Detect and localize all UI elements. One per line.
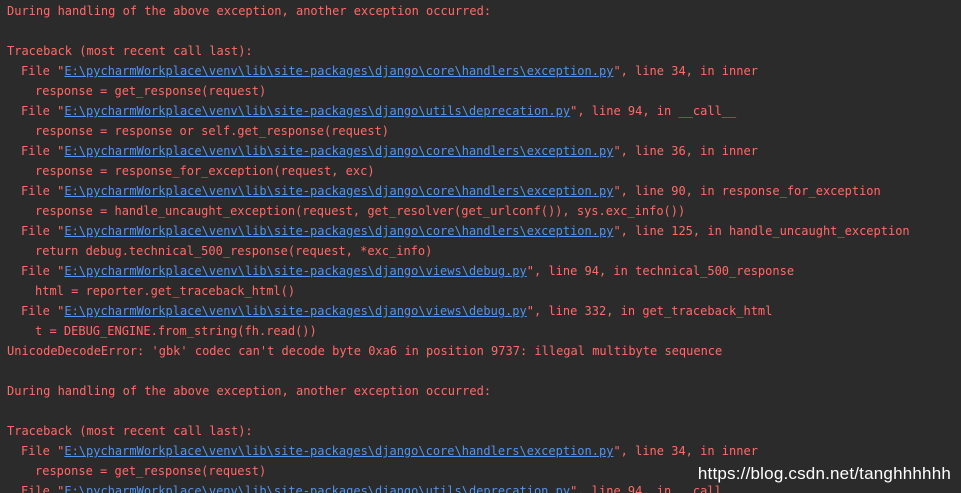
file-path-link[interactable]: E:\pycharmWorkplace\venv\lib\site-packag… <box>64 64 613 78</box>
frame-prefix: File " <box>21 144 65 158</box>
traceback-code-line: response = handle_uncaught_exception(req… <box>35 204 686 218</box>
frame-suffix: ", line 94, in technical_500_response <box>526 264 795 278</box>
frame-suffix: ", line 90, in response_for_exception <box>613 184 881 198</box>
traceback-frame: File "E:\pycharmWorkplace\venv\lib\site-… <box>0 441 961 461</box>
exception-chain-message: During handling of the above exception, … <box>7 4 492 18</box>
frame-suffix: ", line 36, in inner <box>613 144 758 158</box>
traceback-frame: File "E:\pycharmWorkplace\venv\lib\site-… <box>0 221 961 241</box>
frame-prefix: File " <box>21 264 65 278</box>
frame-suffix: ", line 332, in get_traceback_html <box>526 304 773 318</box>
frame-suffix: ", line 34, in inner <box>613 64 758 78</box>
traceback-header: Traceback (most recent call last): <box>7 424 253 438</box>
console-output[interactable]: During handling of the above exception, … <box>0 0 961 493</box>
file-path-link[interactable]: E:\pycharmWorkplace\venv\lib\site-packag… <box>64 104 570 118</box>
exception-chain-message: During handling of the above exception, … <box>7 384 492 398</box>
file-path-link[interactable]: E:\pycharmWorkplace\venv\lib\site-packag… <box>64 224 613 238</box>
file-path-link[interactable]: E:\pycharmWorkplace\venv\lib\site-packag… <box>64 444 613 458</box>
file-path-link[interactable]: E:\pycharmWorkplace\venv\lib\site-packag… <box>64 484 570 493</box>
traceback-frame: File "E:\pycharmWorkplace\venv\lib\site-… <box>0 101 961 121</box>
traceback-code-line: response = response_for_exception(reques… <box>35 164 375 178</box>
frame-suffix: ", line 94, in __call__ <box>570 484 737 493</box>
traceback-code-line: response = response or self.get_response… <box>35 124 390 138</box>
file-path-link[interactable]: E:\pycharmWorkplace\venv\lib\site-packag… <box>64 304 526 318</box>
frame-prefix: File " <box>21 444 65 458</box>
traceback-code-line: html = reporter.get_traceback_html() <box>35 284 296 298</box>
traceback-code-line: return debug.technical_500_response(requ… <box>35 244 433 258</box>
frame-prefix: File " <box>21 64 65 78</box>
frame-suffix: ", line 94, in __call__ <box>570 104 737 118</box>
traceback-header: Traceback (most recent call last): <box>7 44 253 58</box>
frame-suffix: ", line 125, in handle_uncaught_exceptio… <box>613 224 910 238</box>
traceback-frame: File "E:\pycharmWorkplace\venv\lib\site-… <box>0 141 961 161</box>
traceback-frame: File "E:\pycharmWorkplace\venv\lib\site-… <box>0 261 961 281</box>
file-path-link[interactable]: E:\pycharmWorkplace\venv\lib\site-packag… <box>64 184 613 198</box>
traceback-frame: File "E:\pycharmWorkplace\venv\lib\site-… <box>0 301 961 321</box>
traceback-code-line: response = get_response(request) <box>35 84 267 98</box>
frame-suffix: ", line 34, in inner <box>613 444 758 458</box>
traceback-frame: File "E:\pycharmWorkplace\venv\lib\site-… <box>0 61 961 81</box>
frame-prefix: File " <box>21 224 65 238</box>
blog-watermark: https://blog.csdn.net/tanghhhhhh <box>697 464 951 483</box>
file-path-link[interactable]: E:\pycharmWorkplace\venv\lib\site-packag… <box>64 264 526 278</box>
traceback-frame: File "E:\pycharmWorkplace\venv\lib\site-… <box>0 181 961 201</box>
frame-prefix: File " <box>21 104 65 118</box>
error-message: UnicodeDecodeError: 'gbk' codec can't de… <box>7 344 723 358</box>
frame-prefix: File " <box>21 184 65 198</box>
frame-prefix: File " <box>21 484 65 493</box>
file-path-link[interactable]: E:\pycharmWorkplace\venv\lib\site-packag… <box>64 144 613 158</box>
traceback-code-line: t = DEBUG_ENGINE.from_string(fh.read()) <box>35 324 317 338</box>
frame-prefix: File " <box>21 304 65 318</box>
